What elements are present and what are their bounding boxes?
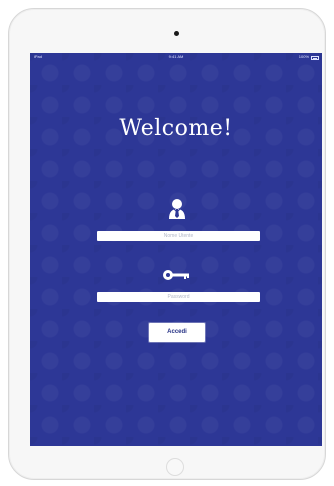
camera-icon — [174, 31, 179, 36]
battery-status: 100% — [299, 53, 319, 61]
status-bar: iPad 9:41 AM 100% — [30, 53, 322, 61]
battery-icon — [311, 56, 319, 60]
username-input[interactable] — [97, 231, 260, 241]
login-button[interactable]: Accedi — [149, 323, 205, 342]
login-screen: iPad 9:41 AM 100% Welcome! Accedi — [30, 53, 322, 446]
device-label: iPad — [34, 54, 43, 59]
battery-percentage: 100% — [298, 54, 309, 59]
user-icon — [169, 199, 185, 219]
status-time: 9:41 AM — [168, 54, 184, 59]
key-icon — [163, 270, 189, 280]
home-button-icon[interactable] — [166, 458, 184, 476]
password-input[interactable] — [97, 292, 260, 302]
welcome-heading: Welcome! — [119, 116, 233, 141]
